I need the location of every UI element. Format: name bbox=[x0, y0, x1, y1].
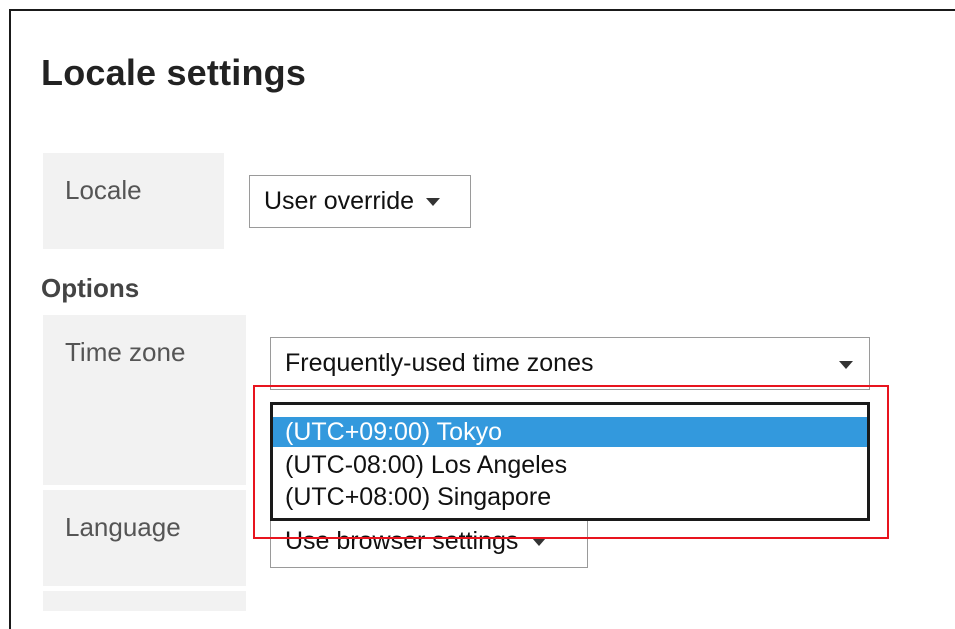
locale-label-cell: Locale bbox=[43, 153, 224, 249]
chevron-down-icon bbox=[839, 361, 853, 369]
next-row-label-cell bbox=[43, 591, 246, 611]
options-heading: Options bbox=[41, 273, 140, 303]
time-zone-select[interactable]: Frequently-used time zones bbox=[270, 337, 870, 390]
locale-label: Locale bbox=[65, 175, 142, 205]
locale-select[interactable]: User override bbox=[249, 175, 471, 228]
annotation-highlight-box bbox=[253, 385, 889, 539]
page-title: Locale settings bbox=[41, 52, 307, 93]
language-label-cell: Language bbox=[43, 490, 246, 586]
locale-select-value: User override bbox=[264, 187, 415, 215]
time-zone-label: Time zone bbox=[65, 337, 186, 367]
language-label: Language bbox=[65, 512, 181, 542]
time-zone-select-value: Frequently-used time zones bbox=[285, 349, 594, 377]
chevron-down-icon bbox=[426, 197, 441, 206]
time-zone-label-cell: Time zone bbox=[43, 315, 246, 485]
